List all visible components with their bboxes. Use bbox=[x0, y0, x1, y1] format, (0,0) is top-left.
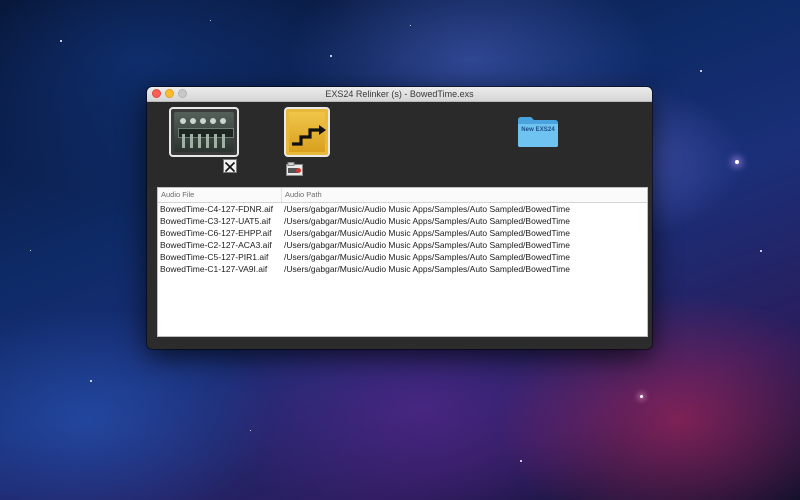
star bbox=[640, 395, 643, 398]
knob bbox=[190, 118, 196, 124]
fader bbox=[222, 134, 225, 148]
star bbox=[520, 460, 522, 462]
new-exs24-folder-icon[interactable]: New EXS24 bbox=[516, 114, 560, 148]
audio-path-cell: /Users/gabgar/Music/Audio Music Apps/Sam… bbox=[284, 240, 570, 250]
audio-path-cell: /Users/gabgar/Music/Audio Music Apps/Sam… bbox=[284, 264, 570, 274]
audio-files-table[interactable]: Audio File Audio Path BowedTime-C4-127-F… bbox=[157, 187, 648, 337]
fader bbox=[206, 134, 209, 148]
table-body: BowedTime-C4-127-FDNR.aif /Users/gabgar/… bbox=[158, 203, 647, 275]
star bbox=[330, 55, 332, 57]
audio-path-cell: /Users/gabgar/Music/Audio Music Apps/Sam… bbox=[284, 228, 570, 238]
audio-path-cell: /Users/gabgar/Music/Audio Music Apps/Sam… bbox=[284, 204, 570, 214]
star bbox=[735, 160, 739, 164]
table-row[interactable]: BowedTime-C4-127-FDNR.aif /Users/gabgar/… bbox=[158, 203, 647, 215]
relink-button[interactable] bbox=[284, 107, 330, 157]
sampler-badge-icon[interactable] bbox=[286, 162, 303, 176]
table-row[interactable]: BowedTime-C5-127-PIR1.aif /Users/gabgar/… bbox=[158, 251, 647, 263]
table-row[interactable]: BowedTime-C2-127-ACA3.aif /Users/gabgar/… bbox=[158, 239, 647, 251]
knob bbox=[180, 118, 186, 124]
star bbox=[410, 25, 411, 26]
zoom-window-button[interactable] bbox=[178, 89, 187, 98]
exs24-instrument-button[interactable] bbox=[169, 107, 239, 157]
fader bbox=[198, 134, 201, 148]
star bbox=[60, 40, 62, 42]
table-header: Audio File Audio Path bbox=[158, 188, 647, 203]
folder-label: New EXS24 bbox=[521, 127, 555, 133]
minimize-window-button[interactable] bbox=[165, 89, 174, 98]
close-x-icon bbox=[224, 161, 236, 173]
fader bbox=[214, 134, 217, 148]
fader bbox=[182, 134, 185, 148]
star bbox=[700, 70, 702, 72]
audio-file-cell: BowedTime-C3-127-UAT5.aif bbox=[160, 216, 271, 226]
knob bbox=[200, 118, 206, 124]
exs24-sampler-icon bbox=[174, 112, 234, 152]
remove-instrument-button[interactable] bbox=[223, 159, 237, 173]
relink-stairs-icon bbox=[289, 112, 326, 152]
window-title: EXS24 Relinker (s) - BowedTime.exs bbox=[325, 89, 474, 99]
audio-file-cell: BowedTime-C4-127-FDNR.aif bbox=[160, 204, 274, 214]
audio-path-cell: /Users/gabgar/Music/Audio Music Apps/Sam… bbox=[284, 252, 570, 262]
audio-file-cell: BowedTime-C2-127-ACA3.aif bbox=[160, 240, 272, 250]
star bbox=[210, 20, 211, 21]
table-row[interactable]: BowedTime-C3-127-UAT5.aif /Users/gabgar/… bbox=[158, 215, 647, 227]
stairs-arrow-icon bbox=[292, 125, 326, 146]
star bbox=[760, 250, 762, 252]
knob bbox=[210, 118, 216, 124]
audio-file-cell: BowedTime-C6-127-EHPP.aif bbox=[160, 228, 272, 238]
table-row[interactable]: BowedTime-C1-127-VA9I.aif /Users/gabgar/… bbox=[158, 263, 647, 275]
table-row[interactable]: BowedTime-C6-127-EHPP.aif /Users/gabgar/… bbox=[158, 227, 647, 239]
column-header-audio-path[interactable]: Audio Path bbox=[282, 188, 648, 202]
audio-file-cell: BowedTime-C5-127-PIR1.aif bbox=[160, 252, 269, 262]
star bbox=[30, 250, 31, 251]
close-window-button[interactable] bbox=[152, 89, 161, 98]
star bbox=[90, 380, 92, 382]
audio-file-cell: BowedTime-C1-127-VA9I.aif bbox=[160, 264, 268, 274]
audio-path-cell: /Users/gabgar/Music/Audio Music Apps/Sam… bbox=[284, 216, 570, 226]
column-header-audio-file[interactable]: Audio File bbox=[158, 188, 282, 202]
relinker-window: EXS24 Relinker (s) - BowedTime.exs New E… bbox=[147, 87, 652, 349]
star bbox=[250, 430, 251, 431]
toolbar: New EXS24 bbox=[147, 102, 652, 187]
fader bbox=[190, 134, 193, 148]
title-bar[interactable]: EXS24 Relinker (s) - BowedTime.exs bbox=[147, 87, 652, 102]
knob bbox=[220, 118, 226, 124]
